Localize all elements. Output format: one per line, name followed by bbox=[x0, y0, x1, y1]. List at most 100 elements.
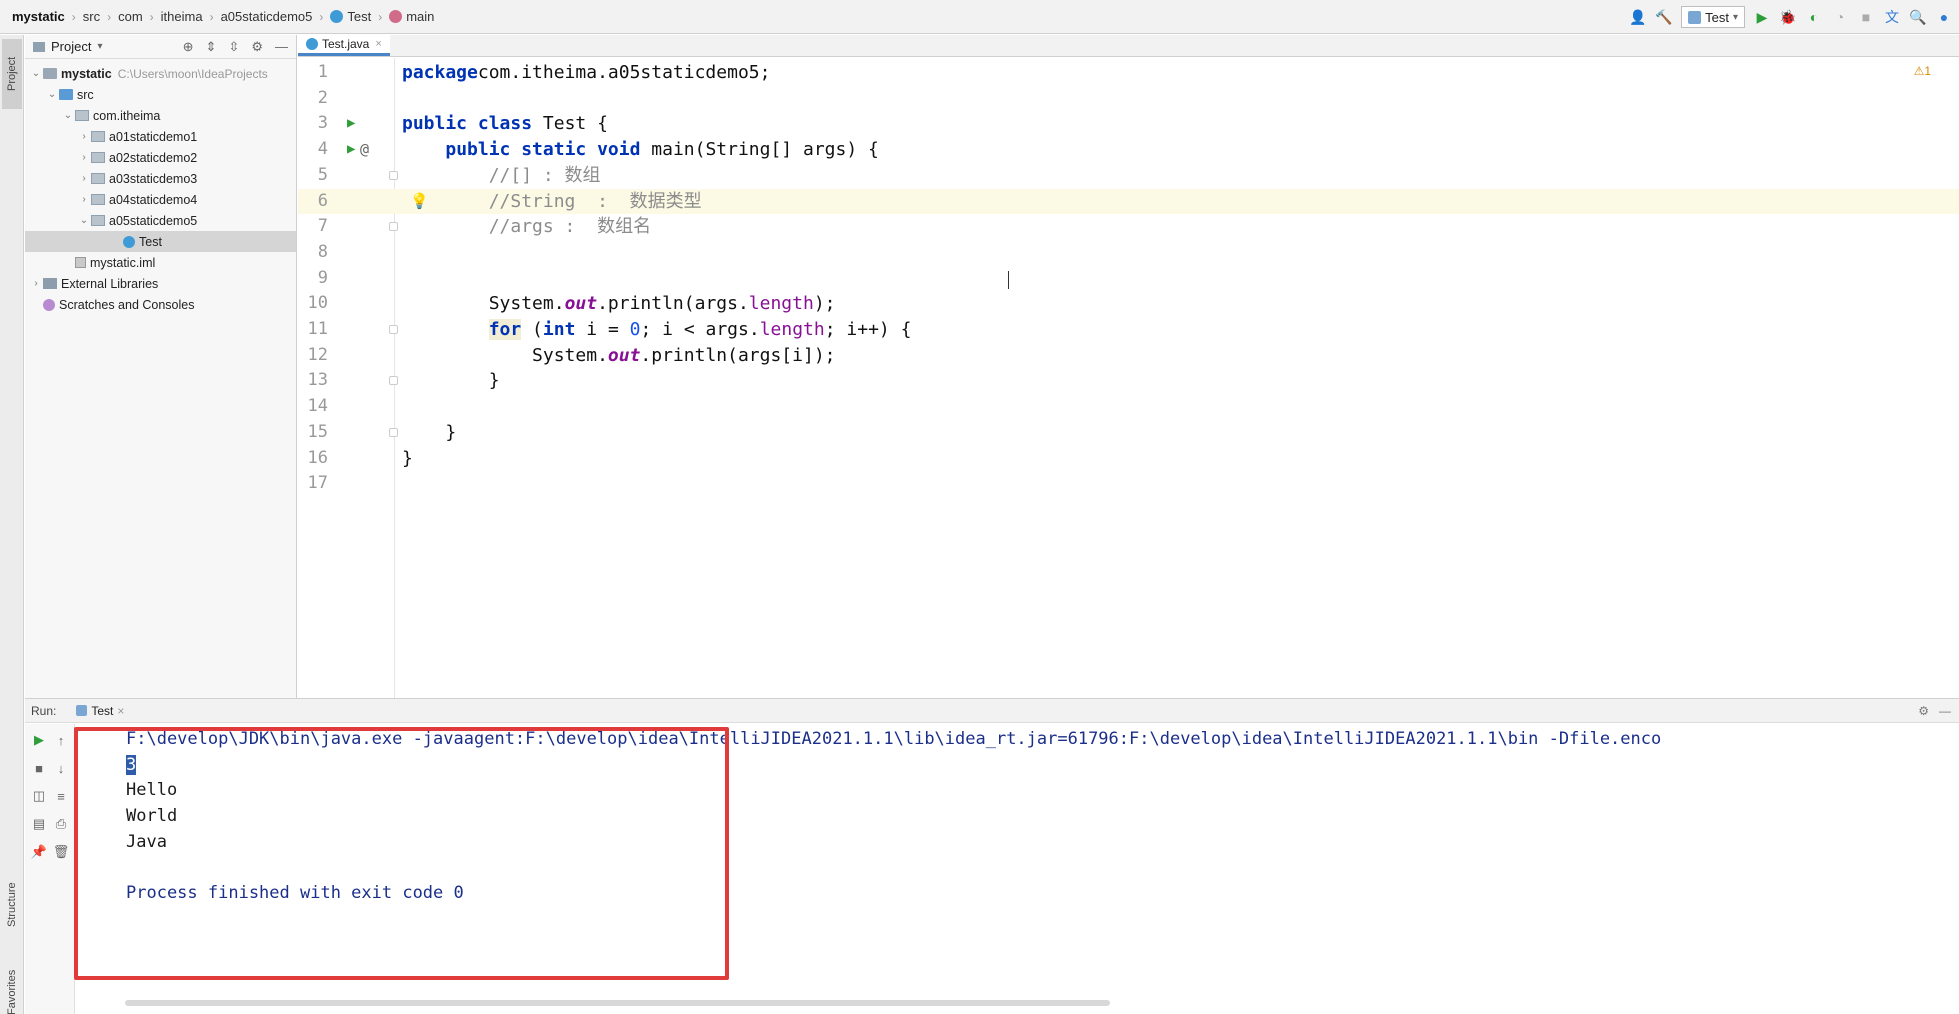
code-line[interactable]: 6 💡 //String : 数据类型 bbox=[298, 188, 1959, 215]
favorites-tool-tab[interactable]: Favorites bbox=[2, 955, 22, 1014]
close-icon[interactable]: × bbox=[375, 38, 381, 50]
chevron-right-icon: › bbox=[378, 9, 383, 24]
minimize-icon[interactable]: — bbox=[1939, 704, 1951, 718]
add-user-icon[interactable]: 👤 bbox=[1629, 8, 1647, 26]
code-line[interactable]: 1 packagecom.itheima.a05staticdemo5; bbox=[298, 60, 1959, 86]
breadcrumb-item[interactable]: mystatic bbox=[12, 9, 65, 24]
coverage-icon[interactable]: ◐ bbox=[1805, 8, 1823, 26]
debug-icon[interactable]: 🐞 bbox=[1779, 8, 1797, 26]
code-line[interactable]: 5 //[] : 数组 bbox=[298, 163, 1959, 189]
expand-all-icon[interactable]: ⇕ bbox=[206, 39, 217, 55]
chevron-down-icon[interactable]: ⌄ bbox=[61, 110, 75, 121]
code-line[interactable]: 7 //args : 数组名 bbox=[298, 214, 1959, 240]
code-area[interactable]: ⚠1 1 packagecom.itheima.a05staticdemo5; 2 3… bbox=[298, 58, 1959, 698]
up-arrow-icon[interactable]: ↑ bbox=[53, 732, 69, 748]
structure-tool-tab[interactable]: Structure bbox=[2, 865, 22, 945]
layout-icon[interactable]: ▤ bbox=[31, 816, 47, 832]
gutter-run-icon[interactable]: ▶ bbox=[347, 111, 355, 137]
gutter-run-icon[interactable]: ▶ bbox=[347, 137, 355, 163]
fold-marker-icon[interactable] bbox=[389, 427, 398, 437]
project-tool-tab[interactable]: Project bbox=[2, 39, 22, 109]
horizontal-scrollbar[interactable] bbox=[125, 1000, 1110, 1006]
tree-item[interactable]: › a03staticdemo3 bbox=[25, 168, 296, 189]
fold-marker-icon[interactable] bbox=[389, 170, 398, 180]
code-line[interactable]: 3 ▶ public class Test { bbox=[298, 111, 1959, 137]
settings-gear-icon[interactable]: ⚙ bbox=[1918, 704, 1929, 718]
code-line[interactable]: 10 System.out.println(args.length); bbox=[298, 291, 1959, 317]
tree-item[interactable]: ⌄ src bbox=[25, 84, 296, 105]
tree-item[interactable]: › External Libraries bbox=[25, 273, 296, 294]
code-line[interactable]: 12 System.out.println(args[i]); bbox=[298, 343, 1959, 369]
editor-tab-test-java[interactable]: Test.java × bbox=[298, 34, 390, 56]
locate-icon[interactable]: ⊕ bbox=[183, 39, 194, 55]
build-hammer-icon[interactable]: 🔨 bbox=[1655, 8, 1673, 26]
collapse-all-icon[interactable]: ⇳ bbox=[228, 39, 239, 55]
breadcrumb-item[interactable]: src bbox=[83, 9, 100, 24]
code-text: System.out.println(args.length); bbox=[402, 291, 836, 317]
run-icon[interactable]: ▶ bbox=[1753, 8, 1771, 26]
settings-gear-icon[interactable]: ⚙ bbox=[251, 39, 263, 55]
breadcrumb-item[interactable]: a05staticdemo5 bbox=[221, 9, 313, 24]
code-line[interactable]: 2 bbox=[298, 86, 1959, 112]
chevron-down-icon[interactable]: ⌄ bbox=[29, 68, 43, 79]
code-line[interactable]: 14 bbox=[298, 394, 1959, 420]
tree-item-label: a01staticdemo1 bbox=[109, 129, 198, 144]
line-number: 8 bbox=[317, 241, 328, 262]
camera-icon[interactable]: ◫ bbox=[31, 788, 47, 804]
tree-item-label: External Libraries bbox=[61, 276, 159, 291]
tree-item[interactable]: › a02staticdemo2 bbox=[25, 147, 296, 168]
chevron-right-icon[interactable]: › bbox=[77, 131, 91, 142]
delete-icon[interactable]: 🗑 bbox=[53, 844, 70, 860]
project-panel-title[interactable]: Project bbox=[51, 39, 91, 54]
tree-item[interactable]: Scratches and Consoles bbox=[25, 294, 296, 315]
code-line[interactable]: 11 for (int i = 0; i < args.length; i++)… bbox=[298, 317, 1959, 343]
code-line[interactable]: 13 } bbox=[298, 368, 1959, 394]
translate-icon[interactable]: 文 bbox=[1883, 8, 1901, 26]
tree-item[interactable]: Test bbox=[25, 231, 296, 252]
breadcrumb-item[interactable]: com bbox=[118, 9, 143, 24]
code-line[interactable]: 8 bbox=[298, 240, 1959, 266]
code-line[interactable]: 16} bbox=[298, 446, 1959, 472]
code-line[interactable]: 15 } bbox=[298, 420, 1959, 446]
fold-marker-icon[interactable] bbox=[389, 324, 398, 334]
chevron-right-icon[interactable]: › bbox=[77, 152, 91, 163]
breadcrumb-item[interactable]: itheima bbox=[161, 9, 203, 24]
line-number: 7 bbox=[317, 216, 328, 237]
chevron-right-icon[interactable]: › bbox=[77, 194, 91, 205]
breadcrumb-item[interactable]: Test bbox=[330, 9, 371, 24]
code-line[interactable]: 4 ▶ @ public static void main(String[] arg… bbox=[298, 137, 1959, 163]
run-configuration-select[interactable]: Test ▾ bbox=[1681, 6, 1745, 28]
code-line[interactable]: 9 bbox=[298, 266, 1959, 292]
line-number: 14 bbox=[307, 396, 328, 417]
tree-item[interactable]: ⌄ mystatic C:\Users\moon\IdeaProjects bbox=[25, 63, 296, 84]
code-line[interactable]: 17 bbox=[298, 471, 1959, 497]
fold-marker-icon[interactable] bbox=[389, 222, 398, 232]
breadcrumb-item[interactable]: main bbox=[389, 9, 434, 24]
run-tab-test[interactable]: Test × bbox=[70, 704, 130, 718]
tree-item[interactable]: ⌄ com.itheima bbox=[25, 105, 296, 126]
close-icon[interactable]: × bbox=[117, 704, 124, 718]
line-number: 9 bbox=[317, 267, 328, 288]
chevron-down-icon[interactable]: ⌄ bbox=[45, 89, 59, 100]
chevron-down-icon[interactable]: ▾ bbox=[97, 41, 102, 52]
pin-icon[interactable]: 📌 bbox=[31, 844, 47, 860]
chevron-down-icon[interactable]: ⌄ bbox=[77, 215, 91, 226]
chevron-right-icon[interactable]: › bbox=[77, 173, 91, 184]
stop-icon[interactable]: ■ bbox=[1857, 8, 1875, 26]
down-arrow-icon[interactable]: ↓ bbox=[53, 760, 69, 776]
tree-item[interactable]: ⌄ a05staticdemo5 bbox=[25, 210, 296, 231]
soft-wrap-icon[interactable]: ≡ bbox=[53, 788, 69, 804]
rerun-icon[interactable]: ▶ bbox=[31, 732, 47, 748]
tree-item[interactable]: › a04staticdemo4 bbox=[25, 189, 296, 210]
profile-icon[interactable]: ◔ bbox=[1831, 8, 1849, 26]
fold-marker-icon[interactable] bbox=[389, 376, 398, 386]
update-icon[interactable]: ● bbox=[1935, 8, 1953, 26]
print-icon[interactable]: ⎙ bbox=[53, 816, 69, 832]
search-icon[interactable]: 🔍 bbox=[1909, 8, 1927, 26]
tree-item[interactable]: mystatic.iml bbox=[25, 252, 296, 273]
line-number: 1 bbox=[317, 62, 328, 82]
minimize-icon[interactable]: — bbox=[275, 39, 288, 55]
tree-item[interactable]: › a01staticdemo1 bbox=[25, 126, 296, 147]
stop-icon[interactable]: ■ bbox=[31, 760, 47, 776]
chevron-right-icon[interactable]: › bbox=[29, 278, 43, 289]
